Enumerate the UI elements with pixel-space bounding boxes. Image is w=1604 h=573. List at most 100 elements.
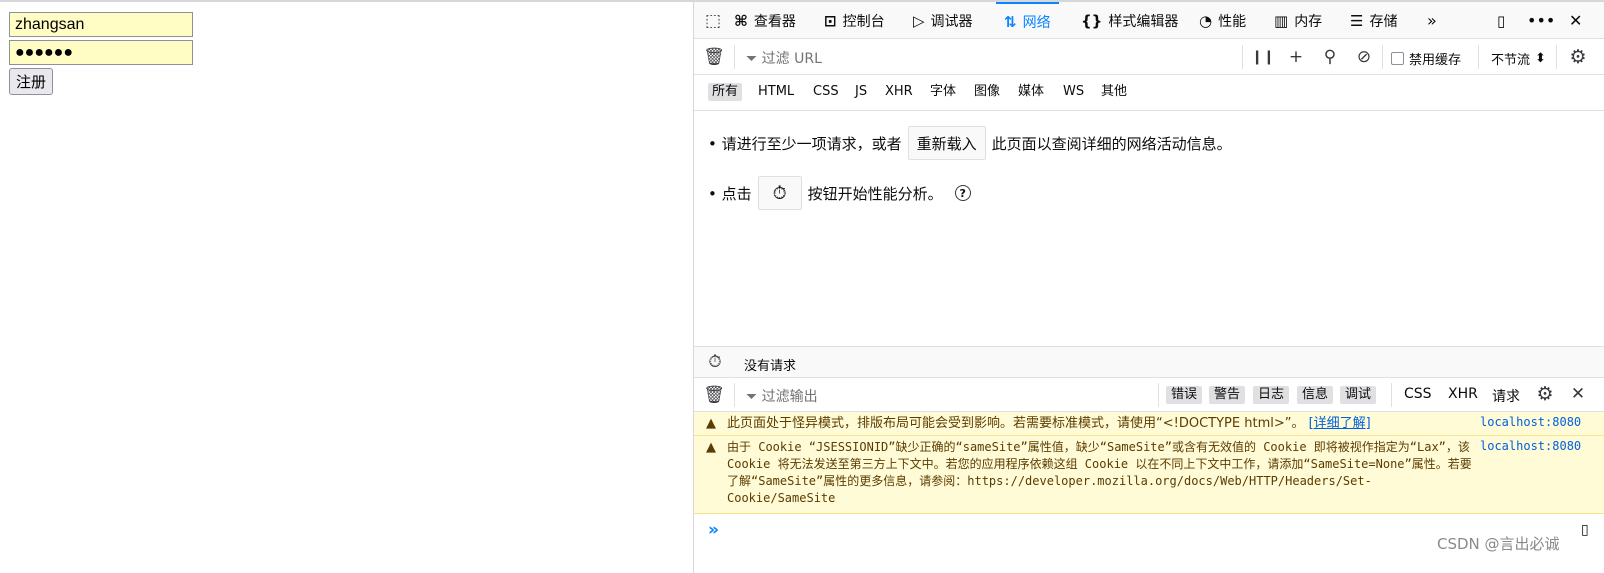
tab-console[interactable]: ⊡ 控制台 <box>824 2 885 39</box>
console-settings-icon[interactable]: ⚙ <box>1534 383 1556 405</box>
type-filter-html[interactable]: HTML <box>754 83 798 101</box>
message-body: 此页面处于怪异模式，排版布局可能会受到影响。若需要标准模式，请使用“<!DOCT… <box>727 416 1305 431</box>
web-page-viewport: zhangsan ●●●●●● 注册 <box>0 2 693 573</box>
level-filter-debug[interactable]: 调试 <box>1340 386 1377 404</box>
type-filter-xhr[interactable]: XHR <box>881 83 917 101</box>
block-icon[interactable]: ⊘ <box>1354 47 1374 67</box>
search-icon[interactable]: ⚲ <box>1320 47 1340 67</box>
stopwatch-button[interactable]: ⏱ <box>757 176 802 210</box>
console-icon: ⊡ <box>824 11 837 30</box>
tab-label: 内存 <box>1294 13 1323 30</box>
toolbar-divider <box>734 383 735 407</box>
tab-inspector[interactable]: ⌘ 查看器 <box>734 2 796 39</box>
tab-label: 调试器 <box>930 13 973 30</box>
pause-icon[interactable]: ❙❙ <box>1251 47 1274 67</box>
register-button[interactable]: 注册 <box>9 68 54 95</box>
close-devtools-icon[interactable]: ✕ <box>1569 2 1582 39</box>
type-filter-other[interactable]: 其他 <box>1097 83 1131 101</box>
console-filter-requests[interactable]: 请求 <box>1492 386 1520 406</box>
watermark: CSDN @言出必诚 <box>1437 535 1560 553</box>
level-filter-logs[interactable]: 日志 <box>1253 386 1290 404</box>
username-input[interactable]: zhangsan <box>9 12 193 37</box>
performance-icon: ◔ <box>1199 11 1213 30</box>
tab-debugger[interactable]: ▷ 调试器 <box>913 2 973 39</box>
storage-icon: ☰ <box>1350 11 1364 30</box>
console-toolbar: 🗑 ⏷ 过滤输出 错误 警告 日志 信息 调试 CSS XHR 请求 ⚙ ✕ <box>694 378 1604 412</box>
console-filter-css[interactable]: CSS <box>1404 386 1432 402</box>
devtools-panel: ⬚ ⌘ 查看器 ⊡ 控制台 ▷ 调试器 ⇅ 网络 {} 样式编辑器 ◔ 性能 ▥… <box>693 2 1604 573</box>
console-filter-xhr[interactable]: XHR <box>1448 386 1478 402</box>
close-split-console-icon[interactable]: ✕ <box>1568 384 1588 404</box>
help-icon[interactable]: ? <box>954 185 971 201</box>
toolbar-divider <box>1158 383 1159 407</box>
filter-output-input[interactable]: ⏷ 过滤输出 <box>746 386 818 406</box>
clear-network-icon[interactable]: 🗑 <box>703 47 725 67</box>
stopwatch-icon: ⏱ <box>772 182 787 204</box>
toolbar-divider <box>734 45 735 69</box>
status-text: 没有请求 <box>744 359 797 374</box>
message-source-link[interactable]: localhost:8080 <box>1480 415 1581 429</box>
tab-label: 控制台 <box>842 13 885 30</box>
toolbar-divider <box>1478 45 1479 69</box>
tab-performance[interactable]: ◔ 性能 <box>1199 2 1246 39</box>
reload-button[interactable]: 重新载入 <box>907 126 986 160</box>
console-warning-message: ▲ 由于 Cookie “JSESSIONID”缺少正确的“sameSite”属… <box>694 436 1604 514</box>
hint-text: • 请进行至少一项请求，或者 <box>708 134 902 153</box>
funnel-icon: ⏷ <box>746 51 762 67</box>
element-picker-icon[interactable]: ⬚ <box>702 11 724 31</box>
console-warning-message: ▲ 此页面处于怪异模式，排版布局可能会受到影响。若需要标准模式，请使用“<!DO… <box>694 412 1604 436</box>
type-filter-image[interactable]: 图像 <box>970 83 1004 101</box>
type-filter-js[interactable]: JS <box>851 83 871 101</box>
level-filter-warnings[interactable]: 警告 <box>1209 386 1246 404</box>
level-filter-errors[interactable]: 错误 <box>1166 386 1203 404</box>
stopwatch-icon[interactable]: ⏱ <box>705 352 725 372</box>
password-input[interactable]: ●●●●●● <box>9 40 193 65</box>
level-filter-info[interactable]: 信息 <box>1297 386 1334 404</box>
tab-network[interactable]: ⇅ 网络 <box>996 2 1059 39</box>
tab-label: 性能 <box>1218 13 1247 30</box>
network-settings-icon[interactable]: ⚙ <box>1567 46 1589 68</box>
tab-label: 网络 <box>1022 14 1051 31</box>
hint-text: • 点击 <box>708 184 752 203</box>
debugger-icon: ▷ <box>913 11 925 30</box>
dock-side-icon[interactable]: ▯ <box>1497 2 1505 39</box>
tab-memory[interactable]: ▥ 内存 <box>1274 2 1322 39</box>
filter-url-input[interactable]: ⏷ 过滤 URL <box>746 48 822 68</box>
devtools-tab-bar: ⬚ ⌘ 查看器 ⊡ 控制台 ▷ 调试器 ⇅ 网络 {} 样式编辑器 ◔ 性能 ▥… <box>694 2 1604 39</box>
editor-mode-icon[interactable]: ▯ <box>1581 522 1589 538</box>
filter-url-placeholder: 过滤 URL <box>761 51 822 67</box>
message-source-link[interactable]: localhost:8080 <box>1480 439 1581 453</box>
memory-icon: ▥ <box>1274 11 1289 30</box>
type-filter-css[interactable]: CSS <box>809 83 843 101</box>
more-options-icon[interactable]: ••• <box>1527 2 1555 39</box>
warning-icon: ▲ <box>706 416 716 431</box>
tab-label: 样式编辑器 <box>1108 13 1179 30</box>
more-tabs-icon[interactable]: » <box>1427 2 1437 39</box>
type-filter-all[interactable]: 所有 <box>708 83 743 101</box>
toolbar-divider <box>1556 45 1557 69</box>
prompt-chevron-icon: » <box>708 520 719 540</box>
type-filter-font[interactable]: 字体 <box>926 83 960 101</box>
learn-more-link[interactable]: [详细了解] <box>1309 416 1371 431</box>
warning-icon: ▲ <box>706 440 716 455</box>
add-request-icon[interactable]: + <box>1286 47 1306 67</box>
disable-cache-checkbox[interactable]: 禁用缓存 <box>1391 49 1461 68</box>
updown-icon: ⬍ <box>1535 51 1546 66</box>
throttle-select[interactable]: 不节流 ⬍ <box>1491 49 1546 68</box>
clear-console-icon[interactable]: 🗑 <box>703 385 725 405</box>
inspector-icon: ⌘ <box>734 11 748 30</box>
throttle-label: 不节流 <box>1491 53 1531 68</box>
tab-storage[interactable]: ☰ 存储 <box>1350 2 1397 39</box>
network-status-bar: ⏱ 没有请求 <box>694 346 1604 378</box>
type-filter-media[interactable]: 媒体 <box>1014 83 1048 101</box>
tab-style-editor[interactable]: {} 样式编辑器 <box>1081 2 1178 39</box>
empty-hint-reload: • 请进行至少一项请求，或者 重新载入 此页面以查阅详细的网络活动信息。 <box>708 126 1232 160</box>
network-empty-state: • 请进行至少一项请求，或者 重新载入 此页面以查阅详细的网络活动信息。 • 点… <box>694 111 1604 346</box>
hint-text: 此页面以查阅详细的网络活动信息。 <box>991 134 1232 153</box>
style-editor-icon: {} <box>1081 11 1103 30</box>
type-filter-ws[interactable]: WS <box>1059 83 1088 101</box>
checkbox-box[interactable] <box>1391 52 1404 65</box>
tab-label: 查看器 <box>753 13 796 30</box>
funnel-icon: ⏷ <box>746 389 762 405</box>
tab-label: 存储 <box>1369 13 1398 30</box>
